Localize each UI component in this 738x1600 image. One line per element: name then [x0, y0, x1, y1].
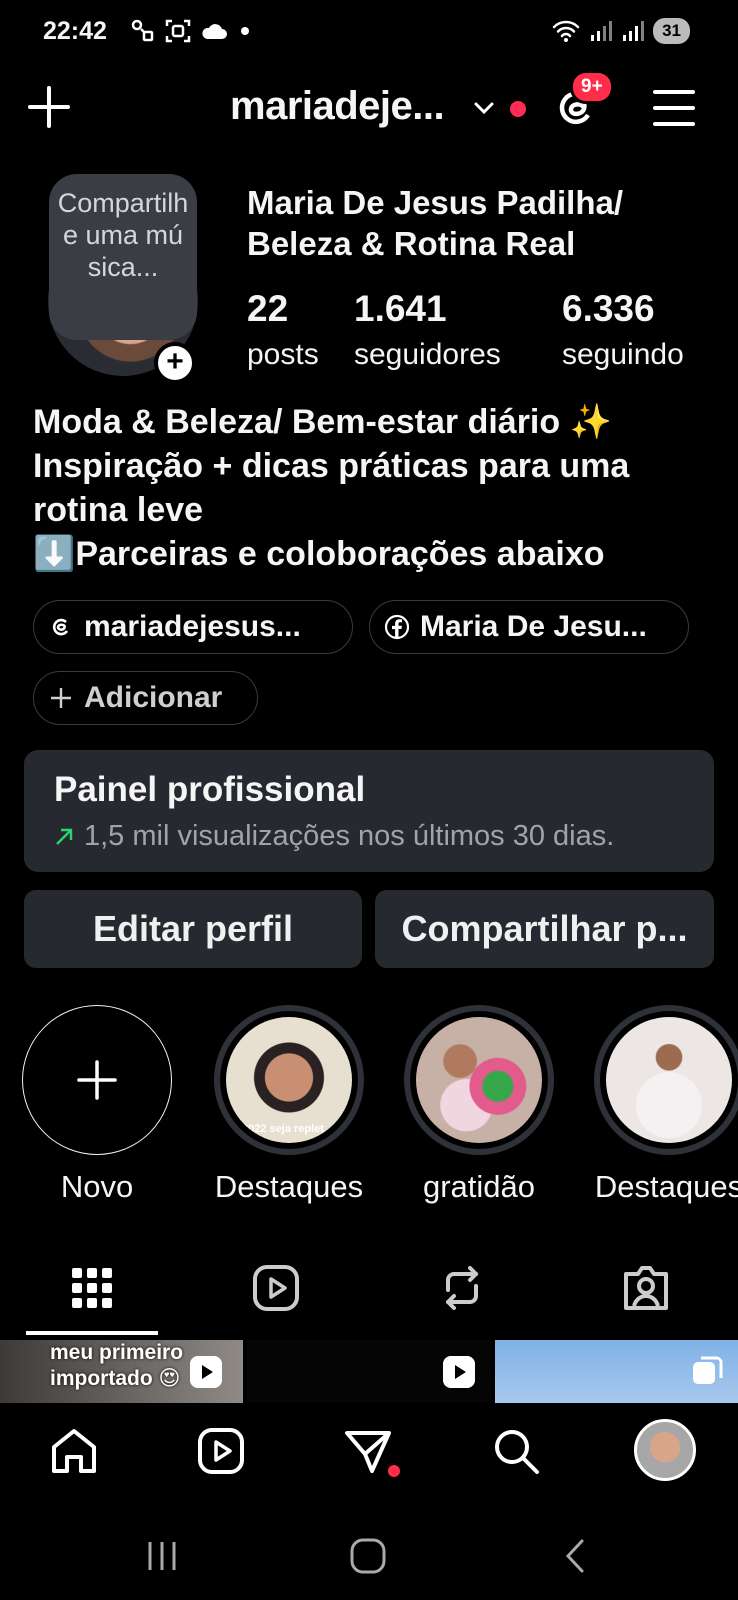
highlight-cover: 2022 seja replet — [226, 1017, 352, 1143]
reel-indicator-icon — [443, 1356, 476, 1388]
stat-label: seguindo — [562, 338, 684, 371]
plus-icon — [77, 1060, 117, 1100]
stat-followers[interactable]: 1.641 seguidores — [354, 288, 501, 372]
profile-bio: Moda & Beleza/ Bem-estar diário ✨ Inspir… — [33, 400, 723, 576]
facebook-link-chip[interactable]: Maria De Jesu... — [369, 600, 689, 654]
reel-indicator-icon — [190, 1356, 222, 1388]
grid-post[interactable]: meu primeiro importado 😍 — [0, 1340, 244, 1403]
add-link-label: Adicionar — [84, 681, 223, 714]
highlight-overlay-text: 2022 seja replet — [242, 1123, 324, 1135]
tagged-tab-icon[interactable] — [618, 1260, 674, 1316]
share-profile-button[interactable]: Compartilhar p... — [375, 890, 714, 968]
add-link-chip[interactable]: Adicionar — [33, 671, 258, 725]
wifi-icon — [552, 20, 580, 42]
dashboard-views-text: 1,5 mil visualizações nos últimos 30 dia… — [84, 820, 615, 852]
reels-tab-icon[interactable] — [248, 1260, 304, 1316]
chevron-down-icon[interactable] — [472, 96, 496, 120]
facebook-icon — [384, 614, 410, 640]
threads-link-chip[interactable]: mariadejesus... — [33, 600, 353, 654]
highlight-label: gratidão — [422, 1169, 536, 1204]
stat-value: 6.336 — [562, 288, 655, 329]
stat-following[interactable]: 6.336 seguindo — [562, 288, 684, 372]
post-caption-line: meu primeiro — [50, 1341, 184, 1364]
facebook-link-label: Maria De Jesu... — [420, 610, 647, 643]
back-icon[interactable] — [556, 1536, 596, 1576]
reels-icon[interactable] — [195, 1425, 247, 1477]
direct-messages-icon[interactable] — [342, 1425, 394, 1477]
notification-badge: 9+ — [570, 70, 614, 104]
professional-dashboard[interactable]: Painel profissional 1,5 mil visualizaçõe… — [24, 750, 714, 872]
username-switcher[interactable]: mariadeje... — [230, 84, 445, 129]
dashboard-title: Painel profissional — [54, 770, 366, 809]
bio-line: rotina leve — [33, 491, 204, 529]
home-button-icon[interactable] — [348, 1536, 388, 1576]
menu-icon[interactable] — [652, 88, 696, 128]
bio-line: ⬇️Parceiras e coloborações abaixo — [33, 535, 605, 573]
screenshot-icon — [165, 19, 191, 43]
dot-icon — [241, 27, 249, 35]
profile-avatar-area[interactable]: Compartilhe uma música... + — [44, 174, 202, 384]
highlight-cover — [416, 1017, 542, 1143]
music-note-bubble[interactable]: Compartilhe uma música... — [49, 174, 197, 340]
profile-full-name: Maria De Jesus Padilha/ Beleza & Rotina … — [247, 184, 624, 263]
post-caption-line: importado 😍 — [50, 1367, 181, 1390]
highlight-label: Destaques — [214, 1169, 364, 1204]
status-bar: 22:42 31 — [0, 0, 738, 66]
link-icon — [131, 19, 154, 42]
grid-post[interactable] — [247, 1340, 491, 1403]
carousel-indicator-icon — [692, 1356, 723, 1384]
post-caption: meu primeiro importado 😍 — [50, 1340, 183, 1392]
highlight-new[interactable]: Novo — [22, 1005, 172, 1205]
plus-icon — [51, 688, 71, 708]
recent-apps-icon[interactable] — [142, 1536, 182, 1576]
account-notification-dot — [510, 101, 526, 117]
highlight-cover — [606, 1017, 732, 1143]
home-icon[interactable] — [48, 1425, 100, 1477]
create-icon[interactable] — [26, 84, 72, 130]
messages-notification-dot — [388, 1465, 400, 1477]
stat-value: 22 — [247, 288, 289, 329]
profile-nav-avatar[interactable] — [634, 1419, 696, 1481]
bottom-navigation — [0, 1405, 738, 1515]
highlight-label: Destaques — [594, 1169, 738, 1204]
reposts-tab-icon[interactable] — [434, 1260, 490, 1316]
edit-profile-button[interactable]: Editar perfil — [24, 890, 362, 968]
highlight-ring — [594, 1005, 738, 1155]
bio-line: Moda & Beleza/ Bem-estar diário ✨ — [33, 403, 612, 441]
highlight-label: Novo — [60, 1169, 134, 1204]
highlight-ring — [404, 1005, 554, 1155]
status-icons-left — [130, 18, 253, 44]
grid-icon[interactable] — [64, 1260, 120, 1316]
stat-label: posts — [247, 338, 319, 371]
battery-indicator: 31 — [653, 18, 690, 44]
stat-label: seguidores — [354, 338, 501, 371]
highlight-item[interactable]: Destaques — [594, 1005, 738, 1205]
signal-icon — [591, 21, 613, 41]
signal-icon-2 — [623, 21, 645, 41]
highlight-item[interactable]: 2022 seja replet Destaques — [214, 1005, 364, 1205]
stat-posts[interactable]: 22 posts — [247, 288, 319, 372]
add-story-button[interactable]: + — [154, 342, 196, 384]
stat-value: 1.641 — [354, 288, 447, 329]
post-grid: meu primeiro importado 😍 — [0, 1340, 738, 1403]
dashboard-subtitle: 1,5 mil visualizações nos últimos 30 dia… — [54, 820, 684, 853]
status-icons-right: 31 — [551, 18, 690, 44]
new-highlight-circle[interactable] — [22, 1005, 172, 1155]
grid-post[interactable] — [494, 1340, 738, 1403]
status-time: 22:42 — [43, 17, 107, 45]
active-tab-indicator — [26, 1331, 158, 1335]
threads-link-label: mariadejesus... — [84, 610, 301, 643]
content-tabs — [0, 1250, 738, 1340]
highlight-ring: 2022 seja replet — [214, 1005, 364, 1155]
system-navigation — [0, 1518, 738, 1600]
trend-up-icon — [56, 828, 73, 845]
threads-icon — [52, 618, 69, 636]
highlight-item[interactable]: gratidão — [404, 1005, 554, 1205]
bio-line: Inspiração + dicas práticas para uma — [33, 447, 630, 485]
search-icon[interactable] — [490, 1425, 542, 1477]
cloud-icon — [202, 24, 227, 39]
profile-header: mariadeje... 9+ — [0, 70, 738, 146]
